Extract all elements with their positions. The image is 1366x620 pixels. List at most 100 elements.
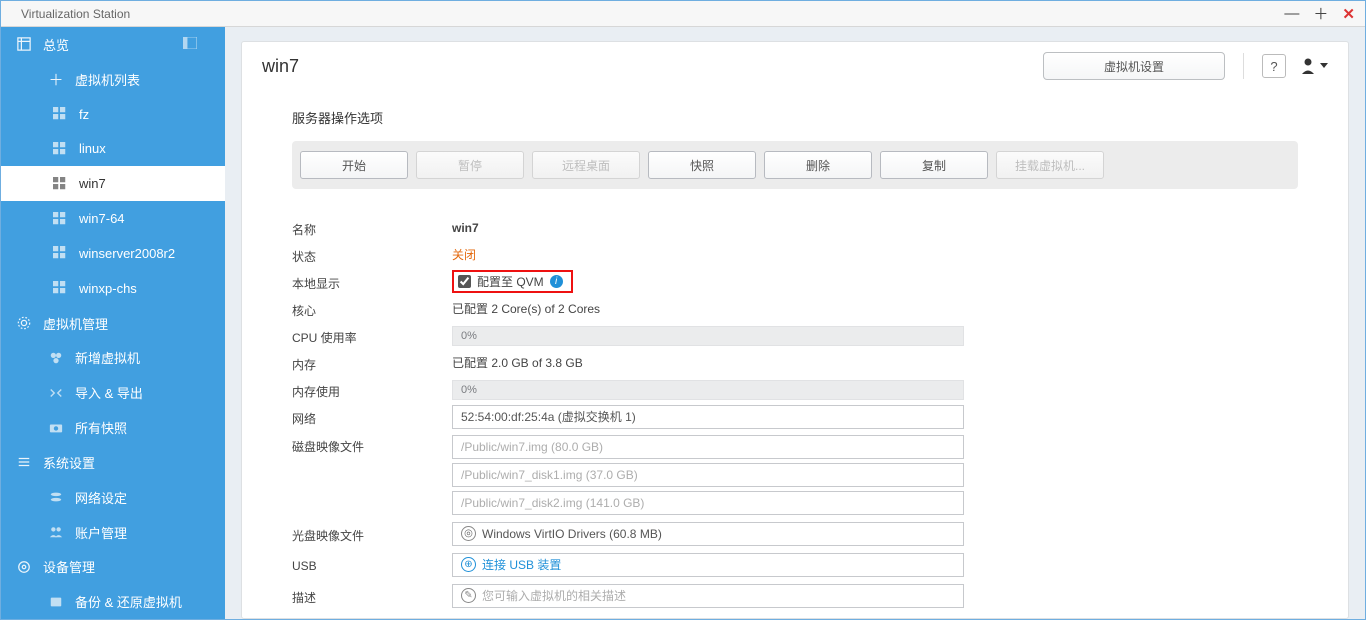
sidebar-vm-list[interactable]: ＋ 虚拟机列表 <box>1 62 225 97</box>
plus-icon: ＋ <box>47 71 65 87</box>
camera-icon <box>47 420 65 436</box>
maximize-icon[interactable]: ＋ <box>1313 3 1328 24</box>
remote-desktop-button[interactable]: 远程桌面 <box>532 151 640 179</box>
sidebar-item-label: winxp-chs <box>79 281 137 296</box>
disk-image-field[interactable]: /Public/win7_disk2.img (141.0 GB) <box>452 491 964 515</box>
network-field[interactable]: 52:54:00:df:25:4a (虚拟交换机 1) <box>452 405 964 429</box>
sidebar-new-vm[interactable]: 新增虚拟机 <box>1 340 225 375</box>
help-button[interactable]: ? <box>1262 54 1286 78</box>
vm-card: win7 虚拟机设置 ? 服务器操作选项 开始 暂停 远程桌面 快照 删除 复制 <box>241 41 1349 619</box>
minimize-icon[interactable]: — <box>1284 5 1299 22</box>
net-label: 网络 <box>292 407 452 427</box>
vm-settings-button[interactable]: 虚拟机设置 <box>1043 52 1225 80</box>
action-bar: 开始 暂停 远程桌面 快照 删除 复制 挂载虚拟机... <box>292 141 1298 189</box>
sidebar-item-label: 导入 & 导出 <box>75 383 143 402</box>
sidebar-overview[interactable]: 总览 <box>1 27 225 62</box>
import-export-icon <box>47 385 65 401</box>
network-icon <box>47 489 65 505</box>
main-area: win7 虚拟机设置 ? 服务器操作选项 开始 暂停 远程桌面 快照 删除 复制 <box>225 27 1365 619</box>
memuse-value: 0% <box>461 384 477 396</box>
sidebar-item-label: winserver2008r2 <box>79 246 175 261</box>
memuse-label: 内存使用 <box>292 380 452 400</box>
disk-image-field[interactable]: /Public/win7_disk1.img (37.0 GB) <box>452 463 964 487</box>
disk1-value: /Public/win7.img (80.0 GB) <box>461 440 603 454</box>
disk2-value: /Public/win7_disk1.img (37.0 GB) <box>461 468 638 482</box>
sidebar-item-label: win7-64 <box>79 211 125 226</box>
sidebar-all-snapshots[interactable]: 所有快照 <box>1 410 225 445</box>
sidebar-item-label: 备份 & 还原虚拟机 <box>75 592 182 611</box>
vm-icon <box>51 245 69 261</box>
window-titlebar: Virtualization Station — ＋ ✕ <box>1 1 1365 27</box>
sidebar-backup-restore[interactable]: 备份 & 还原虚拟机 <box>1 584 225 619</box>
usb-label: USB <box>292 556 452 573</box>
start-button[interactable]: 开始 <box>300 151 408 179</box>
sidebar-vm-win7-64[interactable]: win7-64 <box>1 201 225 236</box>
window-controls: — ＋ ✕ <box>1284 3 1355 24</box>
info-icon[interactable]: i <box>550 275 563 288</box>
sidebar-device-mgmt[interactable]: 设备管理 <box>1 549 225 584</box>
qvm-checkbox[interactable] <box>458 275 471 288</box>
divider <box>1243 53 1244 79</box>
user-menu[interactable] <box>1300 57 1328 75</box>
backup-icon <box>47 594 65 610</box>
usb-field[interactable]: ⊕连接 USB 装置 <box>452 553 964 577</box>
overview-icon <box>15 36 33 52</box>
pause-button[interactable]: 暂停 <box>416 151 524 179</box>
usb-icon: ⊕ <box>461 557 476 572</box>
sidebar-network-settings[interactable]: 网络设定 <box>1 480 225 515</box>
cd-label: 光盘映像文件 <box>292 524 452 544</box>
info-table: 名称win7 状态关闭 本地显示 配置至 QVM i 核心已配置 2 Core(… <box>292 215 1298 608</box>
sidebar-import-export[interactable]: 导入 & 导出 <box>1 375 225 410</box>
users-icon <box>47 524 65 540</box>
cores-label: 核心 <box>292 299 452 319</box>
desc-placeholder: 您可输入虚拟机的相关描述 <box>482 587 626 604</box>
card-body: 服务器操作选项 开始 暂停 远程桌面 快照 删除 复制 挂载虚拟机... 名称w… <box>242 90 1348 618</box>
name-label: 名称 <box>292 218 452 238</box>
sidebar-item-label: 新增虚拟机 <box>75 348 140 367</box>
clone-button[interactable]: 复制 <box>880 151 988 179</box>
local-display-label: 本地显示 <box>292 272 452 292</box>
disc-icon: ◎ <box>461 526 476 541</box>
sidebar: 总览 ＋ 虚拟机列表 fz linux win7 win7-64 winserve… <box>1 27 225 619</box>
vm-icon <box>51 176 69 192</box>
delete-button[interactable]: 删除 <box>764 151 872 179</box>
vm-icon <box>51 106 69 122</box>
sidebar-collapse-icon[interactable] <box>183 37 197 52</box>
snapshot-button[interactable]: 快照 <box>648 151 756 179</box>
device-icon <box>15 559 33 575</box>
sidebar-vm-manage[interactable]: 虚拟机管理 <box>1 306 225 341</box>
sidebar-vm-list-label: 虚拟机列表 <box>75 70 140 89</box>
vm-icon <box>51 211 69 227</box>
cpu-label: CPU 使用率 <box>292 326 452 346</box>
sidebar-vm-fz[interactable]: fz <box>1 97 225 132</box>
card-header: win7 虚拟机设置 ? <box>242 42 1348 90</box>
disk-image-field[interactable]: /Public/win7.img (80.0 GB) <box>452 435 964 459</box>
vm-icon <box>51 280 69 296</box>
cores-value: 已配置 2 Core(s) of 2 Cores <box>452 300 1298 317</box>
sidebar-item-label: 账户管理 <box>75 523 127 542</box>
settings-icon <box>15 454 33 470</box>
gear-icon <box>15 315 33 331</box>
disk3-value: /Public/win7_disk2.img (141.0 GB) <box>461 496 644 510</box>
sidebar-system-settings[interactable]: 系统设置 <box>1 445 225 480</box>
disk-label: 磁盘映像文件 <box>292 435 452 455</box>
sidebar-item-label: 网络设定 <box>75 488 127 507</box>
description-input[interactable]: ✎ 您可输入虚拟机的相关描述 <box>452 584 964 608</box>
close-icon[interactable]: ✕ <box>1342 5 1355 23</box>
cd-image-field[interactable]: ◎Windows VirtIO Drivers (60.8 MB) <box>452 522 964 546</box>
sidebar-vm-winxp[interactable]: winxp-chs <box>1 271 225 306</box>
window-title: Virtualization Station <box>21 7 130 21</box>
mem-value: 已配置 2.0 GB of 3.8 GB <box>452 354 1298 371</box>
sidebar-vm-winserver[interactable]: winserver2008r2 <box>1 236 225 271</box>
cpu-value: 0% <box>461 330 477 342</box>
sidebar-vm-linux[interactable]: linux <box>1 131 225 166</box>
pencil-icon: ✎ <box>461 588 476 603</box>
status-label: 状态 <box>292 245 452 265</box>
sidebar-account-mgmt[interactable]: 账户管理 <box>1 515 225 550</box>
mount-button[interactable]: 挂载虚拟机... <box>996 151 1104 179</box>
qvm-label: 配置至 QVM <box>477 273 544 290</box>
sidebar-item-label: 系统设置 <box>43 453 95 472</box>
section-title: 服务器操作选项 <box>292 108 1298 127</box>
sidebar-vm-win7[interactable]: win7 <box>1 166 225 201</box>
desc-label: 描述 <box>292 586 452 606</box>
